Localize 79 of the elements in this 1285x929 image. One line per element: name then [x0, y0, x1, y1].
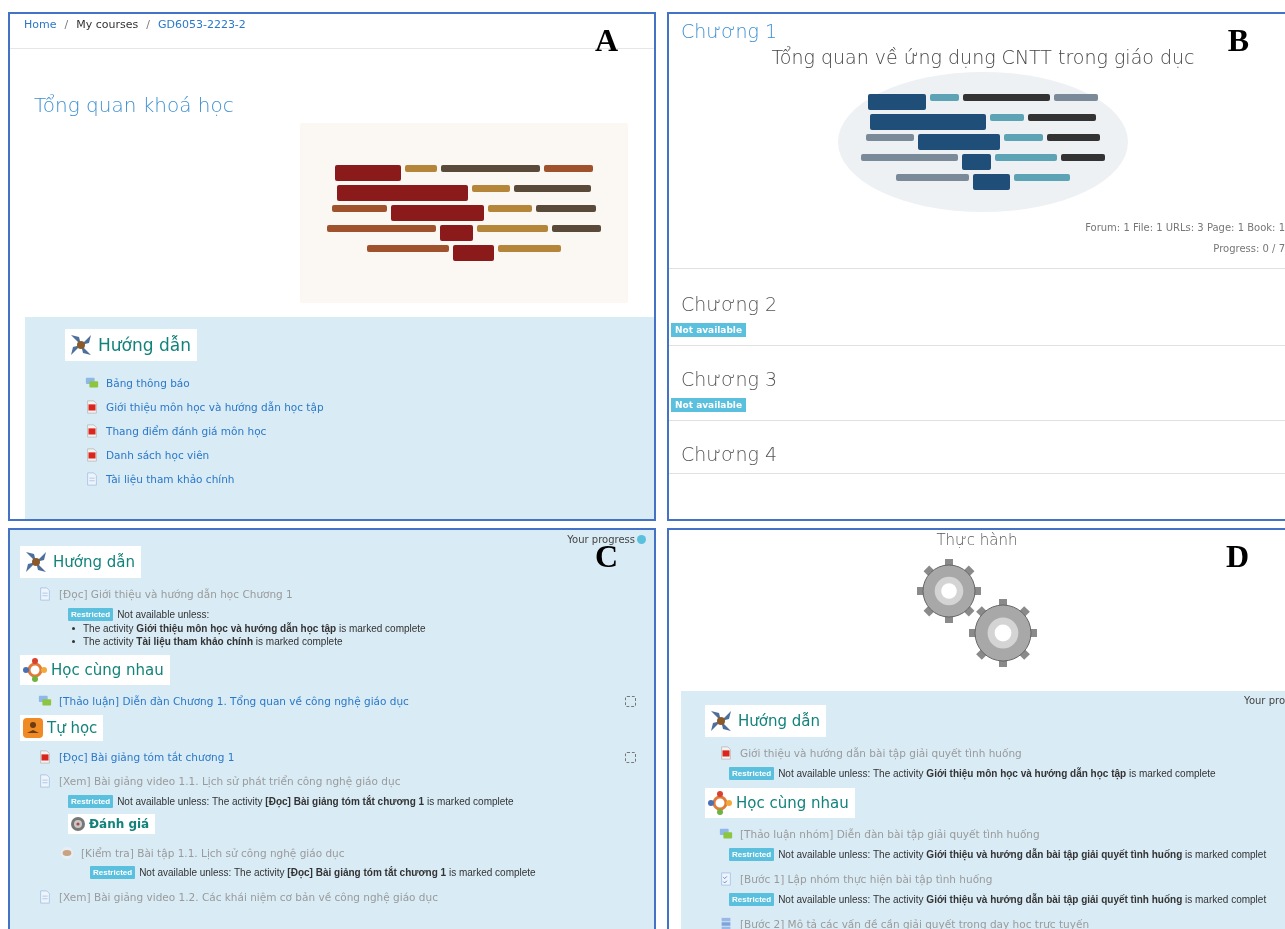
breadcrumb-separator: /: [64, 18, 69, 31]
chapter-title[interactable]: Chương 2: [681, 293, 778, 315]
book-stack-icon: [719, 917, 733, 929]
activity-summary: Forum: 1 File: 1 URLs: 3 Page: 1 Book: 1: [1085, 222, 1285, 233]
breadcrumb-link[interactable]: GD6053-2223-2: [157, 18, 246, 31]
chapter-title[interactable]: Chương 1: [681, 20, 778, 42]
panel-label: D: [1225, 538, 1249, 575]
checklist-icon: [719, 872, 733, 886]
chapter-subtitle: Tổng quan về ứng dụng CNTT trong giáo dục: [771, 46, 1195, 68]
section-title: Thực hành: [936, 531, 1018, 549]
hand-icon: [60, 846, 74, 860]
panel-label: A: [594, 22, 618, 59]
activity-link[interactable]: Tài liệu tham khảo chính: [106, 473, 654, 485]
activity-link[interactable]: Bảng thông báo: [106, 377, 654, 389]
activity-link[interactable]: Thang điểm đánh giá môn học: [106, 425, 654, 437]
restriction-text: Not available unless:: [117, 609, 210, 620]
section-title: Học cùng nhau: [51, 661, 164, 679]
subsection-title: Đánh giá: [89, 817, 150, 831]
activity-link[interactable]: [Thảo luận nhóm] Diễn đàn bài tập giải quyết tình huống: [740, 828, 1285, 840]
target-icon: [70, 816, 86, 832]
document-icon: [38, 774, 52, 788]
people-circle-icon: [22, 657, 48, 683]
activity-link[interactable]: [Đọc] Giới thiệu và hướng dẫn học Chương 1: [59, 588, 654, 600]
pdf-icon: [38, 750, 52, 764]
speech-bubbles-icon: [38, 694, 52, 708]
speech-bubbles-icon: [719, 827, 733, 841]
restricted-badge: Restricted: [68, 608, 114, 621]
restriction-text: Not available unless: The activity Giới thiệu môn học và hướng dẫn học tập is marked complete: [778, 768, 1216, 779]
restriction-text: Not available unless: The activity [Đọc] Bài giảng tóm tắt chương 1 is marked complete: [139, 867, 536, 878]
section-title: Tự học: [47, 719, 98, 737]
restricted-badge: Restricted: [90, 866, 136, 879]
restriction-text: Not available unless: The activity Giới thiệu và hướng dẫn bài tập giải quyết tình huống is marked complet: [778, 849, 1267, 860]
restriction-text: Not available unless: The activity [Đọc] Bài giảng tóm tắt chương 1 is marked complete: [117, 796, 514, 807]
panel-label: B: [1227, 22, 1249, 59]
activity-link[interactable]: Danh sách học viên: [106, 449, 654, 461]
not-available-badge: Not available: [671, 398, 747, 412]
restricted-badge: Restricted: [729, 848, 775, 861]
restriction-text: Not available unless: The activity Giới thiệu và hướng dẫn bài tập giải quyết tình huống is marked complet: [778, 894, 1267, 905]
chapter-title[interactable]: Chương 4: [681, 443, 778, 465]
completion-checkbox[interactable]: [625, 695, 636, 707]
activity-link[interactable]: Giới thiệu và hướng dẫn bài tập giải quyết tình huống: [740, 747, 1285, 759]
document-icon: [85, 472, 99, 486]
section-title: Hướng dẫn: [98, 335, 191, 355]
restricted-badge: Restricted: [729, 767, 775, 780]
breadcrumb-link[interactable]: My courses: [76, 18, 139, 31]
breadcrumb-link[interactable]: Home: [24, 18, 57, 31]
pdf-icon: [85, 448, 99, 462]
document-icon: [38, 587, 52, 601]
activity-link[interactable]: [Thảo luận] Diễn đàn Chương 1. Tổng quan về công nghệ giáo dục: [59, 695, 618, 707]
reading-person-icon: [22, 717, 44, 739]
activity-link[interactable]: [Xem] Bài giảng video 1.2. Các khái niệm cơ bản về công nghệ giáo dục: [59, 891, 654, 903]
progress-label: Your progress: [567, 534, 635, 545]
progress-text: Progress: 0 / 7: [1213, 243, 1285, 254]
activity-link[interactable]: [Kiểm tra] Bài tập 1.1. Lịch sử công nghệ giáo dục: [81, 847, 654, 859]
chapter-title[interactable]: Chương 3: [681, 368, 778, 390]
section-title: Hướng dẫn: [53, 553, 135, 571]
activity-link[interactable]: [Xem] Bài giảng video 1.1. Lịch sử phát triển công nghệ giáo dục: [59, 775, 654, 787]
activity-link[interactable]: Giới thiệu môn học và hướng dẫn học tập: [106, 401, 654, 413]
pdf-icon: [85, 424, 99, 438]
restriction-condition: The activity Giới thiệu môn học và hướng dẫn học tập is marked complete: [83, 623, 426, 634]
speech-bubbles-icon: [85, 376, 99, 390]
breadcrumb-separator: /: [146, 18, 150, 31]
activity-link[interactable]: [Bước 1] Lập nhóm thực hiện bài tập tình huống: [740, 873, 1285, 885]
progress-label: Your pro: [1244, 695, 1285, 706]
bullet-icon: [72, 640, 75, 643]
restriction-condition: The activity Tài liệu tham khảo chính is marked complete: [83, 636, 343, 647]
section-title: Hướng dẫn: [738, 712, 820, 730]
activity-link[interactable]: [Đọc] Bài giảng tóm tắt chương 1: [59, 751, 618, 763]
bullet-icon: [72, 627, 75, 630]
completion-checkbox[interactable]: [625, 751, 636, 763]
section-title: Học cùng nhau: [736, 794, 849, 812]
restricted-badge: Restricted: [729, 893, 775, 906]
pdf-icon: [719, 746, 733, 760]
document-icon: [38, 890, 52, 904]
people-circle-icon: [707, 790, 733, 816]
not-available-badge: Not available: [671, 323, 747, 337]
pdf-icon: [85, 400, 99, 414]
course-title: Tổng quan khoá học: [34, 93, 235, 117]
restricted-badge: Restricted: [68, 795, 114, 808]
